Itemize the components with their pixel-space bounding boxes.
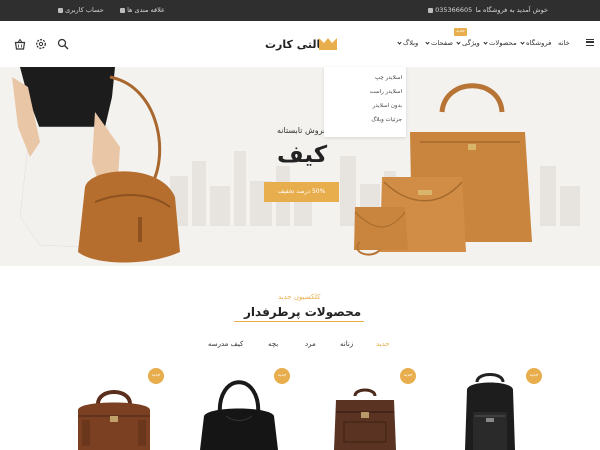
brown-briefcase-bag-icon[interactable] <box>330 388 400 450</box>
chevron-down-icon <box>456 40 461 45</box>
hero-title: کیف <box>277 142 328 168</box>
crown-logo-icon[interactable] <box>318 37 338 51</box>
chevron-down-icon <box>483 40 488 45</box>
chevron-down-icon <box>520 40 525 45</box>
phone-icon <box>428 7 433 13</box>
blog-dropdown-menu: اسلایدر چپ اسلایدر راست بدون اسلایدر جزئ… <box>324 67 406 137</box>
main-header: خانه فروشگاه محصولات ویژگی جدید صفحات وب… <box>0 21 600 67</box>
new-badge: جدید <box>400 368 416 384</box>
user-icon <box>58 7 63 13</box>
chevron-down-icon <box>425 40 430 45</box>
tab-men[interactable]: مرد <box>305 340 316 348</box>
welcome-text: خوش آمدید به فروشگاه ما <box>475 6 548 14</box>
gear-icon[interactable] <box>35 38 47 50</box>
hero-subtitle: فروش تابستانه <box>277 126 327 135</box>
account-link[interactable]: حساب کاربری <box>56 6 104 14</box>
section-title: محصولات پرطرفدار <box>244 305 362 319</box>
nav-item-products[interactable]: محصولات <box>483 39 517 47</box>
nav-item-home[interactable]: خانه <box>558 39 570 47</box>
brown-duffel-bag-icon[interactable] <box>74 386 154 450</box>
heart-icon <box>120 7 125 13</box>
nav-item-blog[interactable]: وبلاگ <box>397 39 418 47</box>
dropdown-item-blog-details[interactable]: جزئیات وبلاگ <box>371 117 402 123</box>
menu-hamburger-icon[interactable] <box>586 39 594 46</box>
dropdown-item-no-slider[interactable]: بدون اسلایدر <box>373 103 402 109</box>
tab-new[interactable]: جدید <box>376 340 390 348</box>
nav-item-pages[interactable]: صفحات <box>425 39 453 47</box>
top-bar: خوش آمدید به فروشگاه ما 035366605 علاقه … <box>0 0 600 21</box>
nav-item-shop[interactable]: فروشگاه <box>520 39 551 47</box>
dropdown-item-right-slider[interactable]: اسلایدر راست <box>370 89 402 95</box>
shopping-basket-icon[interactable] <box>14 38 26 50</box>
discount-button[interactable]: 50% درصد تخفیف <box>264 182 339 202</box>
model-with-brown-bag-image <box>12 67 180 263</box>
tab-kids[interactable]: بچه <box>268 340 278 348</box>
new-badge: جدید <box>454 28 467 36</box>
phone-number[interactable]: 035366605 <box>426 6 472 14</box>
section-subtitle: کلکسیون جدید <box>278 293 321 301</box>
tab-school-bag[interactable]: کیف مدرسه <box>208 340 243 348</box>
new-badge: جدید <box>148 368 164 384</box>
section-underline <box>234 321 364 322</box>
tab-women[interactable]: زنانه <box>340 340 353 348</box>
nav-item-features[interactable]: ویژگی <box>456 39 480 47</box>
search-icon[interactable] <box>57 38 69 50</box>
black-backpack-icon[interactable] <box>455 372 525 450</box>
wishlist-link[interactable]: علاقه مندی ها <box>118 6 165 14</box>
chevron-down-icon <box>397 40 402 45</box>
dropdown-item-left-slider[interactable]: اسلایدر چپ <box>375 75 402 81</box>
new-badge: جدید <box>526 368 542 384</box>
black-shoulder-bag-icon[interactable] <box>198 376 280 450</box>
